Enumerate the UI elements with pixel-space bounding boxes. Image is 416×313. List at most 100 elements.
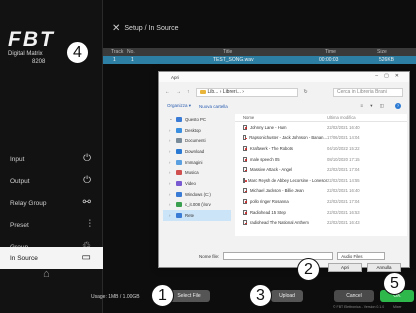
home-icon[interactable]: ⌂	[43, 268, 50, 280]
sidebar-item-preset[interactable]: Preset ⫶	[0, 214, 103, 236]
open-button[interactable]: Apri	[328, 263, 362, 272]
file-name-text: Massive Attack - Angel	[250, 167, 293, 173]
address-bar: ← → ↑ Lib... › Libreri... › ↻ Cerca in L…	[165, 86, 403, 98]
file-row[interactable]: Marc Reysh de Abbey Lecorsine - Lonesome…	[235, 175, 407, 186]
file-name-text: Michael Jackson - Billie Jean	[250, 188, 304, 194]
folder-icon	[176, 170, 182, 176]
file-row[interactable]: Johnny Lane - Hum 22/02/2021 16:40	[235, 122, 407, 133]
callout-1: 1	[151, 284, 174, 307]
folder-icon	[176, 127, 182, 133]
tools-icon: ✕	[112, 23, 121, 34]
chevron-icon[interactable]: ›	[169, 170, 173, 175]
tree-item[interactable]: › Documenti	[163, 135, 231, 146]
cell-no: 1	[131, 57, 134, 63]
forward-icon[interactable]: →	[176, 89, 181, 95]
file-type-select[interactable]: Audio Files	[337, 252, 386, 260]
audio-file-icon	[243, 177, 247, 183]
footer-version: © FBT Elettronica - Version 0.1.0	[333, 305, 385, 309]
path-field[interactable]: Lib... › Libreri... ›	[195, 87, 298, 97]
col-date[interactable]: Ultima modifica	[327, 115, 383, 120]
sidebar-item-output[interactable]: Output ⏻	[0, 170, 103, 192]
input-icon: ⏻	[83, 153, 91, 164]
tree-item[interactable]: › Desktop	[163, 125, 231, 136]
cell-track: 1	[113, 57, 116, 63]
cancel-button[interactable]: Cancel	[334, 290, 374, 302]
in-source-icon: ▭	[81, 252, 91, 263]
file-date: 22/02/2021 16:40	[327, 188, 360, 194]
help-icon[interactable]: ?	[395, 103, 401, 109]
dialog-cancel-button[interactable]: Annulla	[367, 263, 401, 272]
col-no: No.	[127, 49, 135, 55]
folder-icon	[176, 159, 182, 165]
chevron-icon[interactable]: ›	[169, 138, 173, 143]
tree-item[interactable]: › Windows (C:)	[163, 189, 231, 200]
tree-item-label: Download	[185, 148, 205, 154]
file-row[interactable]: male speech 05 08/10/2020 17:15	[235, 154, 407, 165]
tree-item[interactable]: › Video	[163, 178, 231, 189]
sidebar-item-in-source[interactable]: In Source ▭	[0, 247, 103, 269]
col-time: Time	[325, 49, 336, 55]
sidebar-item-label: Output	[10, 177, 30, 185]
tree-item[interactable]: › Rete	[163, 210, 231, 221]
file-date: 22/02/2021 17:04	[327, 198, 360, 204]
table-row[interactable]: 1 1 TEST_SONG.wav 00:00:03 526KB	[103, 56, 416, 64]
tree-item[interactable]: › Musica	[163, 167, 231, 178]
filename-input[interactable]	[223, 252, 334, 260]
chevron-icon[interactable]: ›	[169, 181, 173, 186]
sidebar-item-label: In Source	[10, 254, 38, 262]
upload-button[interactable]: Upload	[271, 290, 303, 302]
folder-icon	[176, 213, 182, 219]
sidebar-item-input[interactable]: Input ⏻	[0, 148, 103, 170]
file-name-text: radiohead The National Anthem	[250, 220, 309, 226]
chevron-icon[interactable]: ›	[169, 128, 173, 133]
sidebar-item-label: Relay Group	[10, 199, 47, 207]
tree-item[interactable]: › Download	[163, 146, 231, 157]
sidebar-item-relay-group[interactable]: Relay Group ⚯	[0, 192, 103, 214]
file-row[interactable]: Radiohead 15 Step 22/02/2021 16:53	[235, 207, 407, 218]
file-row[interactable]: Rapsonichuster - Jack Johnson - Banan...…	[235, 133, 407, 144]
file-row[interactable]: Kraftwerk - The Robots 04/10/2022 15:22	[235, 143, 407, 154]
col-track: Track	[111, 49, 124, 55]
file-row[interactable]: pollo ringer Rosanna 22/02/2021 17:04	[235, 196, 407, 207]
tree-item[interactable]: › c_it.008 (\\srv	[163, 200, 231, 211]
file-row[interactable]: Massive Attack - Angel 22/02/2021 17:04	[235, 164, 407, 175]
back-icon[interactable]: ←	[165, 89, 170, 95]
tree-item-label: Video	[185, 180, 196, 186]
chevron-icon[interactable]: ⌄	[169, 116, 173, 122]
new-folder-button[interactable]: Nuova cartella	[199, 104, 228, 109]
chevron-icon[interactable]: ›	[169, 192, 173, 197]
file-name-text: Marc Reysh de Abbey Lecorsine - Lonesome…	[248, 177, 327, 183]
select-file-button[interactable]: Select File	[168, 290, 210, 302]
file-name-text: Kraftwerk - The Robots	[250, 145, 293, 151]
col-name[interactable]: Nome	[235, 115, 327, 120]
file-date: 08/10/2020 17:15	[327, 156, 360, 162]
tree-item[interactable]: › Immagini	[163, 157, 231, 168]
chevron-icon[interactable]: ›	[169, 213, 173, 218]
chevron-icon[interactable]: ›	[169, 160, 173, 165]
tree-item-label: Rete	[185, 213, 195, 219]
filename-row: Nome file: Audio Files	[199, 251, 401, 261]
chevron-icon[interactable]: ›	[169, 149, 173, 154]
file-name: Massive Attack - Angel	[235, 167, 327, 173]
view-options-icon[interactable]: ≡ ▾ ◫	[360, 103, 387, 109]
file-list-header: Nome Ultima modifica	[235, 114, 407, 122]
chevron-icon[interactable]: ›	[169, 202, 173, 207]
file-name-text: Radiohead 15 Step	[250, 209, 286, 215]
refresh-icon[interactable]: ↻	[304, 89, 308, 95]
tree-item[interactable]: ⌄ Questo PC	[163, 114, 231, 125]
audio-file-icon	[243, 220, 247, 226]
tree-item-label: Documenti	[185, 138, 206, 144]
tree-item-label: Desktop	[185, 127, 201, 133]
up-icon[interactable]: ↑	[187, 89, 190, 95]
window-controls[interactable]: –▢✕	[375, 73, 405, 79]
file-name: Marc Reysh de Abbey Lecorsine - Lonesome…	[235, 177, 327, 183]
search-input[interactable]: Cerca in Libreria Brani	[333, 87, 403, 97]
usage-label: Usage: 1MB / 1.00GB	[91, 294, 140, 300]
file-row[interactable]: radiohead The National Anthem 22/02/2021 …	[235, 217, 407, 228]
navigation-tree: ⌄ Questo PC › Desktop › Documenti › Download › Im…	[163, 114, 231, 236]
file-row[interactable]: Michael Jackson - Billie Jean 22/02/2021 …	[235, 186, 407, 197]
file-name: pollo ringer Rosanna	[235, 198, 327, 204]
callout-4: 4	[66, 41, 89, 64]
audio-file-icon	[243, 145, 247, 151]
organize-button[interactable]: Organizza ▾	[167, 103, 191, 109]
